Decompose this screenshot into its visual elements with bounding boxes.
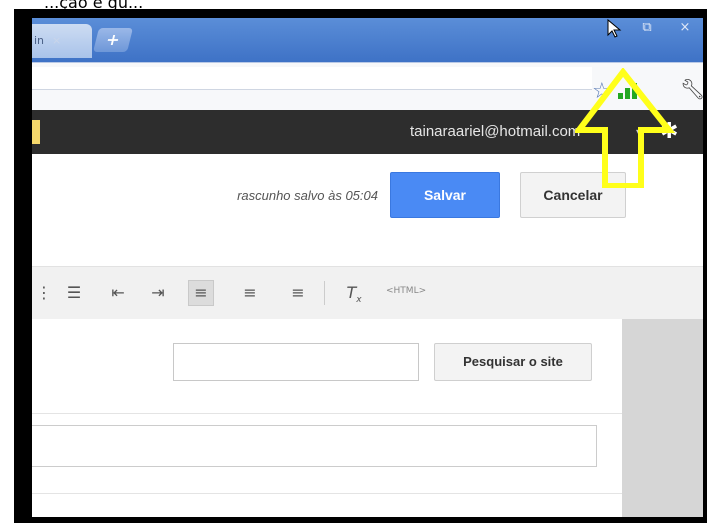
align-center-icon[interactable]: ≡ bbox=[238, 281, 262, 305]
frame-inner-border bbox=[24, 12, 27, 521]
indent-less-icon[interactable]: ⇤ bbox=[106, 281, 130, 305]
wrench-icon[interactable]: 🔧︎ bbox=[680, 77, 703, 101]
divider bbox=[32, 413, 622, 414]
bullet-list-icon[interactable]: ⋮ bbox=[32, 281, 56, 305]
divider bbox=[32, 493, 622, 494]
browser-window: in × + ⧉ × ☆ 🔧︎ tainaraariel@hotmail.com … bbox=[32, 18, 703, 517]
arrow-up-icon bbox=[575, 68, 675, 188]
search-input[interactable] bbox=[173, 343, 419, 381]
draft-status: rascunho salvo às 05:04 bbox=[237, 188, 378, 203]
page-content: Pesquisar o site bbox=[32, 319, 622, 517]
html-label[interactable]: <HTML> bbox=[386, 286, 426, 296]
search-button[interactable]: Pesquisar o site bbox=[434, 343, 592, 381]
side-panel bbox=[622, 319, 703, 517]
notification-strip bbox=[32, 120, 40, 144]
address-bar[interactable] bbox=[32, 67, 592, 90]
tab-strip: in × + ⧉ × bbox=[32, 18, 703, 62]
text-field[interactable] bbox=[32, 425, 597, 467]
close-window-button[interactable]: × bbox=[670, 18, 700, 38]
toolbar-divider bbox=[324, 281, 325, 305]
new-tab-button[interactable]: + bbox=[93, 28, 133, 52]
numbered-list-icon[interactable]: ☰ bbox=[62, 281, 86, 305]
align-right-icon[interactable]: ≡ bbox=[286, 281, 310, 305]
user-email[interactable]: tainaraariel@hotmail.com bbox=[410, 110, 580, 154]
cursor-icon bbox=[602, 18, 632, 38]
save-button[interactable]: Salvar bbox=[390, 172, 500, 218]
align-left-icon[interactable]: ≡ bbox=[188, 280, 214, 306]
tab-title: in bbox=[34, 34, 45, 47]
format-toolbar: ⋮ ☰ ⇤ ⇥ ≡ ≡ ≡ Tx <HTML> bbox=[32, 266, 703, 320]
plus-icon: + bbox=[104, 30, 123, 49]
browser-tab[interactable]: in × bbox=[32, 24, 92, 58]
maximize-button[interactable]: ⧉ bbox=[632, 18, 662, 38]
tab-close-icon[interactable]: × bbox=[52, 34, 61, 47]
clear-format-icon[interactable]: Tx bbox=[342, 281, 366, 305]
indent-more-icon[interactable]: ⇥ bbox=[146, 281, 170, 305]
